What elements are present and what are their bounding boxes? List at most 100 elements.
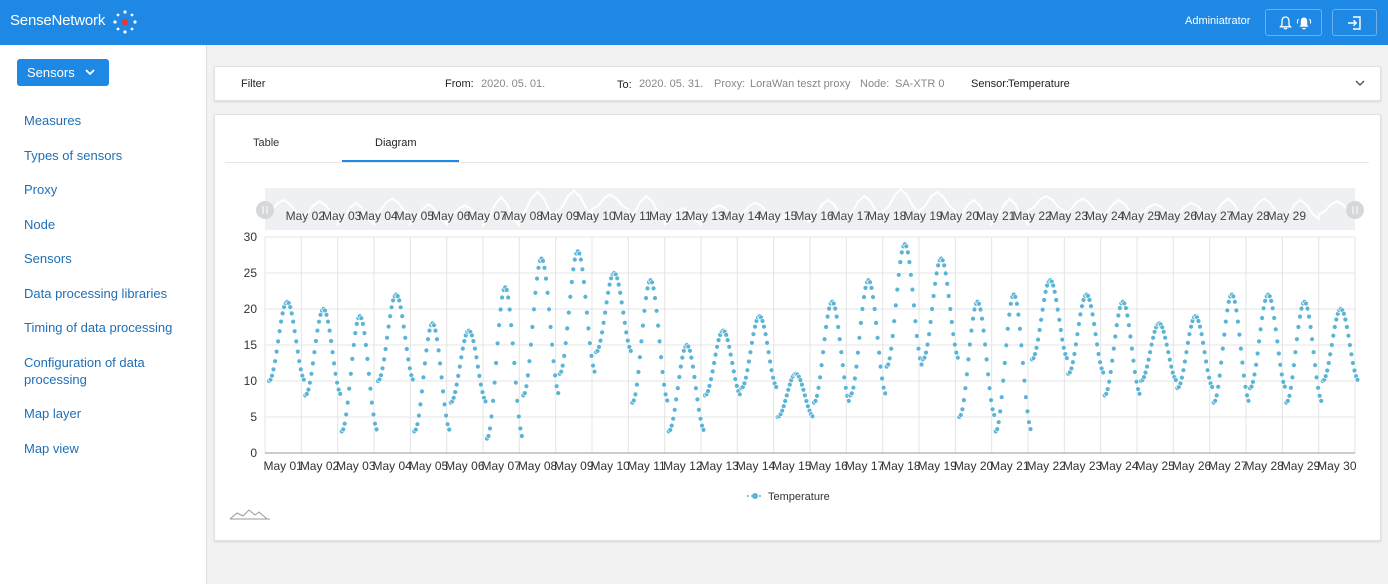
temperature-point[interactable] [526,358,533,364]
temperature-point[interactable] [617,290,623,296]
temperature-point[interactable] [644,285,651,292]
temperature-point[interactable] [404,346,410,352]
temperature-point[interactable] [678,363,684,370]
temperature-point[interactable] [1054,306,1061,313]
temperature-point[interactable] [508,322,514,328]
temperature-point[interactable] [731,368,737,375]
sidebar-item-types-of-sensors[interactable]: Types of sensors [24,147,194,164]
temperature-point[interactable] [535,265,542,271]
temperature-point[interactable] [1167,357,1173,363]
temperature-point[interactable] [1245,398,1252,404]
temperature-point[interactable] [1159,324,1165,331]
temperature-point[interactable] [824,313,831,320]
temperature-point[interactable] [269,373,275,379]
temperature-point[interactable] [767,358,773,365]
temperature-point[interactable] [914,333,920,339]
temperature-point[interactable] [705,388,711,394]
temperature-point[interactable] [871,306,878,312]
temperature-point[interactable] [632,391,639,398]
temperature-point[interactable] [354,321,360,327]
sidebar-item-measures[interactable]: Measures [24,112,194,129]
temperature-point[interactable] [1315,385,1321,391]
temperature-point[interactable] [345,399,351,406]
temperature-point[interactable] [1269,305,1276,312]
temperature-point[interactable] [1145,357,1152,363]
temperature-point[interactable] [897,259,903,265]
temperature-point[interactable] [962,385,969,391]
temperature-point[interactable] [311,349,318,355]
temperature-point[interactable] [316,319,322,325]
temperature-point[interactable] [1316,393,1323,399]
temperature-point[interactable] [547,324,554,330]
temperature-point[interactable] [723,332,729,338]
temperature-point[interactable] [965,356,972,363]
temperature-point[interactable] [1292,349,1299,355]
temperature-point[interactable] [968,327,975,334]
temperature-point[interactable] [457,363,463,370]
filter-panel[interactable]: Filter From: 2020. 05. 01. To: 2020. 05.… [214,66,1381,101]
temperature-point[interactable] [482,398,489,405]
temperature-point[interactable] [584,309,590,316]
temperature-point[interactable] [995,419,1002,425]
temperature-point[interactable] [1112,333,1118,340]
temperature-point[interactable] [451,395,457,401]
brand-name[interactable]: SenseNetwork [10,12,105,29]
temperature-point[interactable] [1088,303,1094,309]
temperature-point[interactable] [1236,331,1243,338]
temperature-point[interactable] [288,310,295,317]
temperature-point[interactable] [947,306,953,312]
temperature-point[interactable] [341,421,348,427]
temperature-point[interactable] [652,295,658,301]
temperature-point[interactable] [743,375,749,381]
temperature-point[interactable] [697,416,704,422]
temperature-point[interactable] [366,371,372,377]
temperature-point[interactable] [454,381,460,388]
temperature-point[interactable] [773,384,779,390]
temperature-point[interactable] [1151,329,1158,335]
temperature-point[interactable] [332,371,339,377]
temperature-point[interactable] [817,374,823,381]
temperature-point[interactable] [729,360,735,366]
temperature-point[interactable] [1188,324,1194,330]
temperature-point[interactable] [276,328,283,334]
temperature-point[interactable] [1018,342,1025,349]
temperature-point[interactable] [603,299,610,306]
temperature-point[interactable] [859,306,866,312]
temperature-point[interactable] [661,382,667,388]
temperature-point[interactable] [605,290,611,296]
temperature-point[interactable] [1297,313,1303,320]
temperature-point[interactable] [1198,331,1205,337]
temperature-point[interactable] [805,403,811,409]
temperature-point[interactable] [295,348,301,355]
logout-button[interactable] [1332,9,1377,36]
temperature-point[interactable] [785,387,791,393]
temperature-point[interactable] [1241,372,1247,379]
temperature-point[interactable] [693,385,699,391]
temperature-point[interactable] [499,294,505,301]
temperature-point[interactable] [802,392,808,399]
temperature-point[interactable] [1213,392,1220,399]
temperature-point[interactable] [779,408,785,414]
temperature-point[interactable] [932,281,938,287]
temperature-point[interactable] [1091,321,1097,327]
temperature-point[interactable] [590,362,596,369]
temperature-point[interactable] [343,411,349,418]
temperature-point[interactable] [852,375,858,382]
temperature-point[interactable] [799,381,805,388]
temperature-point[interactable] [1089,311,1096,318]
temperature-point[interactable] [640,322,646,329]
temperature-point[interactable] [1348,351,1355,358]
temperature-point[interactable] [1221,331,1227,338]
temperature-point[interactable] [853,363,860,370]
temperature-point[interactable] [768,367,775,373]
temperature-point[interactable] [293,338,300,345]
temperature-point[interactable] [493,360,499,366]
temperature-point[interactable] [803,398,810,404]
temperature-point[interactable] [431,322,437,328]
temperature-point[interactable] [437,360,443,367]
temperature-point[interactable] [1024,408,1031,415]
temperature-point[interactable] [1106,379,1112,385]
temperature-point[interactable] [746,358,752,365]
temperature-point[interactable] [1215,384,1221,390]
temperature-point[interactable] [670,416,676,422]
